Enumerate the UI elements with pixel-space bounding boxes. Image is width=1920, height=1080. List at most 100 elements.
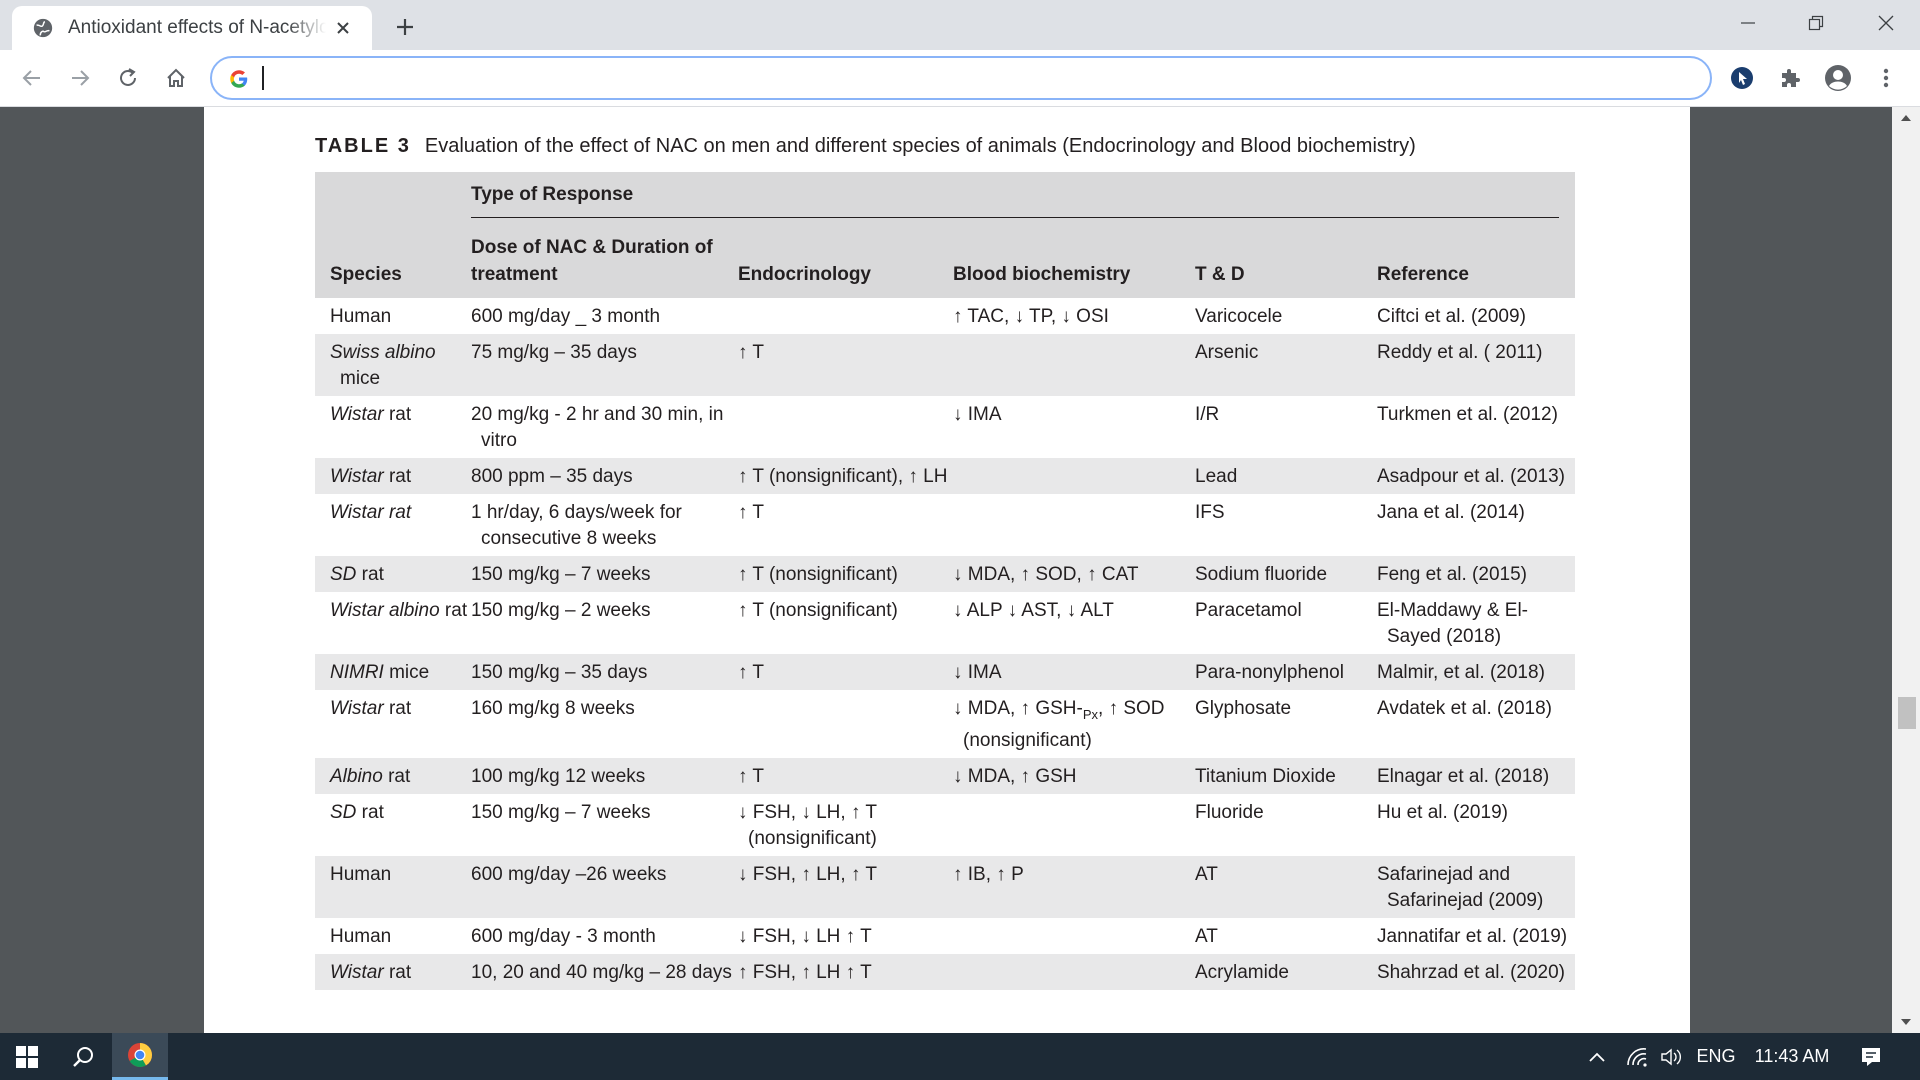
cell-blood-biochemistry: ↓ ALP ↓ AST, ↓ ALT — [953, 600, 1114, 621]
menu-icon[interactable] — [1870, 62, 1902, 94]
globe-icon — [33, 18, 53, 38]
cell-blood-biochemistry — [953, 458, 1195, 494]
header-endocrinology: Endocrinology — [738, 218, 953, 298]
cell-blood-biochemistry: ↓ IMA — [953, 404, 1002, 425]
tab-strip: Antioxidant effects of N-acetylcysteine — [0, 0, 1920, 50]
header-species: Species — [315, 218, 471, 298]
cell-blood-biochemistry — [953, 918, 1195, 954]
cell-endocrinology: ↑ T (nonsignificant), ↑ LH — [738, 458, 953, 494]
scroll-down-icon[interactable] — [1900, 1017, 1912, 1027]
table-row: Wistar rat 10, 20 and 40 mg/kg – 28 days… — [315, 953, 1575, 990]
cell-endocrinology: ↑ T (nonsignificant) — [738, 556, 953, 592]
close-icon[interactable] — [332, 17, 354, 39]
reload-icon[interactable] — [112, 62, 144, 94]
cell-t-and-d: AT — [1195, 855, 1377, 918]
chevron-up-icon[interactable] — [1582, 1033, 1612, 1080]
volume-icon[interactable] — [1656, 1033, 1686, 1080]
back-icon[interactable] — [16, 62, 48, 94]
profile-icon[interactable] — [1822, 62, 1854, 94]
cell-endocrinology: ↑ T — [738, 654, 953, 690]
cell-reference: Feng et al. (2015) — [1377, 556, 1575, 592]
forward-icon[interactable] — [64, 62, 96, 94]
header-blood-biochemistry: Blood biochemistry — [953, 218, 1195, 298]
cell-species: Wistar rat — [330, 698, 412, 719]
cell-endocrinology — [738, 298, 953, 334]
cell-t-and-d: Glyphosate — [1195, 698, 1292, 719]
document-page: TABLE 3 Evaluation of the effect of NAC o… — [204, 107, 1690, 1033]
cell-endocrinology: ↑ T — [738, 502, 765, 523]
home-icon[interactable] — [160, 62, 192, 94]
cell-blood-biochemistry: ↑ TAC, ↓ TP, ↓ OSI — [953, 306, 1109, 327]
cell-dose: 160 mg/kg 8 weeks — [471, 698, 635, 719]
cell-reference: Turkmen et al. (2012) — [1377, 404, 1558, 425]
cell-blood-biochemistry — [953, 953, 1195, 990]
chrome-taskbar-icon[interactable] — [112, 1033, 168, 1080]
cell-species: SD rat — [315, 556, 471, 592]
table-row: Wistar albino rat 150 mg/kg – 2 weeks ↑ … — [315, 592, 1575, 654]
vertical-scrollbar[interactable] — [1892, 107, 1920, 1033]
table-row: Swiss albino mice 75 mg/kg – 35 days ↑ T… — [315, 334, 1575, 396]
cell-species: Albino rat — [315, 757, 471, 794]
cell-dose: 100 mg/kg 12 weeks — [471, 757, 738, 794]
search-icon[interactable] — [56, 1033, 110, 1080]
data-table: Type of Response Species Dose of NAC & D… — [315, 172, 1575, 990]
cell-endocrinology: ↓ FSH, ↓ LH, ↑ T (nonsignificant) — [738, 801, 877, 849]
cell-blood-biochemistry: ↓ MDA, ↑ GSH — [953, 757, 1195, 794]
wifi-icon[interactable] — [1622, 1033, 1652, 1080]
table-row: SD rat 150 mg/kg – 7 weeks ↑ T (nonsigni… — [315, 556, 1575, 592]
cell-t-and-d: Titanium Dioxide — [1195, 757, 1377, 794]
cell-species: Human — [315, 855, 471, 918]
window-close-icon[interactable] — [1858, 6, 1914, 40]
header-rule — [471, 217, 1559, 218]
cell-dose: 75 mg/kg – 35 days — [471, 334, 738, 396]
notifications-icon[interactable] — [1854, 1033, 1888, 1080]
language-indicator[interactable]: ENG — [1694, 1033, 1738, 1080]
cell-dose: 150 mg/kg – 7 weeks — [471, 556, 738, 592]
browser-tab[interactable]: Antioxidant effects of N-acetylcysteine — [12, 6, 372, 50]
google-icon — [230, 70, 248, 88]
cell-dose: 10, 20 and 40 mg/kg – 28 days — [471, 953, 738, 990]
cell-t-and-d: Arsenic — [1195, 334, 1377, 396]
restore-icon[interactable] — [1788, 6, 1844, 40]
extension-blue-icon[interactable] — [1726, 62, 1758, 94]
cell-dose: 600 mg/day _ 3 month — [471, 306, 661, 327]
cell-reference: El-Maddawy & El-Sayed (2018) — [1377, 600, 1528, 647]
table-row: Human 600 mg/day - 3 month ↓ FSH, ↓ LH ↑… — [315, 918, 1575, 954]
taskbar: ENG 11:43 AM — [0, 1033, 1920, 1080]
scrollbar-thumb[interactable] — [1898, 697, 1916, 729]
cell-dose: 600 mg/day –26 weeks — [471, 855, 738, 918]
cell-reference: Malmir, et al. (2018) — [1377, 654, 1575, 690]
cell-dose: 150 mg/kg – 35 days — [471, 654, 738, 690]
plus-icon[interactable] — [390, 12, 420, 42]
cell-t-and-d: I/R — [1195, 404, 1220, 425]
puzzle-icon[interactable] — [1774, 62, 1806, 94]
table-row: Albino rat 100 mg/kg 12 weeks ↑ T ↓ MDA,… — [315, 757, 1575, 794]
clock[interactable]: 11:43 AM — [1748, 1033, 1836, 1080]
address-input[interactable] — [260, 64, 1680, 92]
cell-endocrinology — [738, 396, 953, 458]
cell-t-and-d: Sodium fluoride — [1195, 556, 1377, 592]
cell-blood-biochemistry — [953, 334, 1195, 396]
cell-endocrinology: ↑ T — [738, 757, 953, 794]
cell-endocrinology — [738, 690, 953, 758]
cell-t-and-d: Acrylamide — [1195, 953, 1377, 990]
cell-t-and-d: Lead — [1195, 458, 1377, 494]
cell-blood-biochemistry — [953, 494, 1195, 556]
cell-endocrinology: ↑ FSH, ↑ LH ↑ T — [738, 953, 953, 990]
minimize-icon[interactable] — [1720, 6, 1776, 40]
cell-t-and-d: Varicocele — [1195, 306, 1283, 327]
table-number: TABLE 3 — [315, 135, 411, 157]
document-viewer[interactable]: TABLE 3 Evaluation of the effect of NAC o… — [0, 107, 1920, 1033]
cell-species: Human — [330, 925, 392, 947]
cell-endocrinology: ↑ T (nonsignificant) — [738, 600, 898, 621]
cell-endocrinology: ↓ FSH, ↑ LH, ↑ T — [738, 855, 953, 918]
scroll-up-icon[interactable] — [1900, 113, 1912, 123]
tab-title: Antioxidant effects of N-acetylcysteine — [68, 17, 326, 38]
cell-endocrinology: ↑ T — [738, 334, 953, 396]
address-bar[interactable] — [210, 56, 1712, 100]
table-caption: TABLE 3 Evaluation of the effect of NAC o… — [315, 135, 1416, 158]
header-reference: Reference — [1377, 218, 1575, 298]
cell-species: Human — [330, 306, 392, 327]
cell-species: Wistar rat — [330, 404, 412, 425]
windows-start-icon[interactable] — [0, 1033, 54, 1080]
